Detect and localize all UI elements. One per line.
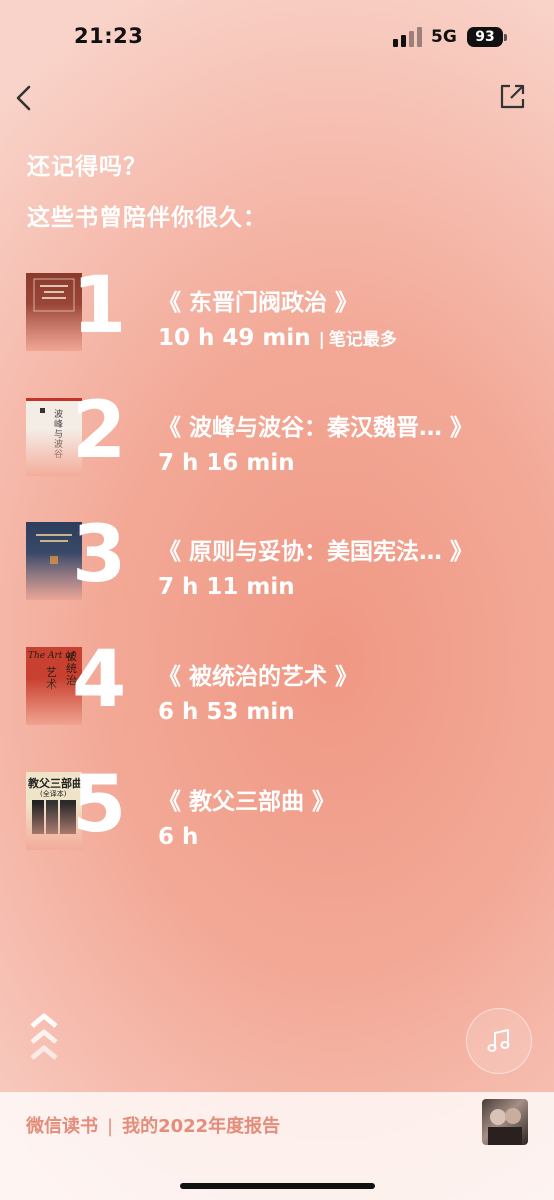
book-row-1[interactable]: 1 《 东晋门阀政治 》 10 h 49 min | 笔记最多 xyxy=(26,267,546,359)
heading-line-2: 这些书曾陪伴你很久： xyxy=(27,205,267,231)
book-meta: 6 h xyxy=(158,824,198,850)
double-chevron-up-icon xyxy=(30,1013,58,1060)
book-row-3[interactable]: 3 《 原则与妥协：美国宪法… 》 7 h 11 min xyxy=(26,516,546,608)
battery-level: 93 xyxy=(475,29,495,45)
book-row-4[interactable]: The Art of 被统治 艺术 4 《 被统治的艺术 》 6 h 53 mi… xyxy=(26,641,546,733)
signal-icon xyxy=(393,27,423,47)
status-bar: 21:23 5G 93 xyxy=(0,0,554,70)
reading-duration: 6 h 53 min xyxy=(158,699,295,725)
cover-subtitle-5: (全译本) xyxy=(40,790,67,798)
reading-duration: 7 h 16 min xyxy=(158,450,295,476)
reading-duration: 7 h 11 min xyxy=(158,574,295,600)
music-note-icon xyxy=(487,1028,510,1052)
reading-duration: 10 h 49 min xyxy=(158,325,311,351)
back-button[interactable] xyxy=(12,84,38,112)
book-title: 《 波峰与波谷：秦汉魏晋… 》 xyxy=(158,415,474,441)
rank-number: 5 xyxy=(72,760,127,850)
cover-title-2: 波峰与波谷 xyxy=(54,410,64,460)
network-type: 5G xyxy=(431,27,457,47)
home-indicator[interactable] xyxy=(180,1183,375,1189)
battery-icon: 93 xyxy=(467,27,503,47)
share-icon xyxy=(500,84,525,109)
avatar[interactable] xyxy=(482,1099,528,1145)
status-time: 21:23 xyxy=(74,24,144,48)
battery-tip xyxy=(504,34,507,41)
book-title: 《 教父三部曲 》 xyxy=(158,789,336,815)
book-title: 《 原则与妥协：美国宪法… 》 xyxy=(158,539,474,565)
rank-number: 4 xyxy=(72,635,127,725)
avatar-image xyxy=(488,1108,522,1145)
share-button[interactable] xyxy=(498,83,526,111)
footer-brand: 微信读书 | 我的2022年度报告 xyxy=(26,1112,280,1138)
music-toggle-button[interactable] xyxy=(466,1008,532,1074)
book-row-5[interactable]: 教父三部曲 (全译本) 5 《 教父三部曲 》 6 h xyxy=(26,766,546,858)
report-title: 我的2022年度报告 xyxy=(122,1116,281,1137)
rank-number: 2 xyxy=(72,386,127,476)
footer-separator: | xyxy=(107,1116,114,1137)
book-title: 《 被统治的艺术 》 xyxy=(158,664,359,690)
book-title: 《 东晋门阀政治 》 xyxy=(158,290,359,316)
book-meta: 7 h 16 min xyxy=(158,450,295,476)
chevron-left-icon xyxy=(16,85,31,111)
app-name: 微信读书 xyxy=(26,1116,98,1137)
book-row-2[interactable]: 波峰与波谷 2 《 波峰与波谷：秦汉魏晋… 》 7 h 16 min xyxy=(26,392,546,484)
most-notes-label: 笔记最多 xyxy=(328,330,397,350)
book-meta: 7 h 11 min xyxy=(158,574,295,600)
book-meta: 10 h 49 min | 笔记最多 xyxy=(158,325,397,351)
cover-title-4-zh2: 艺术 xyxy=(46,666,57,691)
rank-number: 3 xyxy=(72,510,127,600)
book-meta: 6 h 53 min xyxy=(158,699,295,725)
rank-number: 1 xyxy=(72,261,127,351)
heading-line-1: 还记得吗？ xyxy=(27,154,147,180)
reading-duration: 6 h xyxy=(158,824,199,850)
meta-separator: | xyxy=(318,330,325,350)
scroll-up-hint[interactable] xyxy=(28,1010,60,1070)
